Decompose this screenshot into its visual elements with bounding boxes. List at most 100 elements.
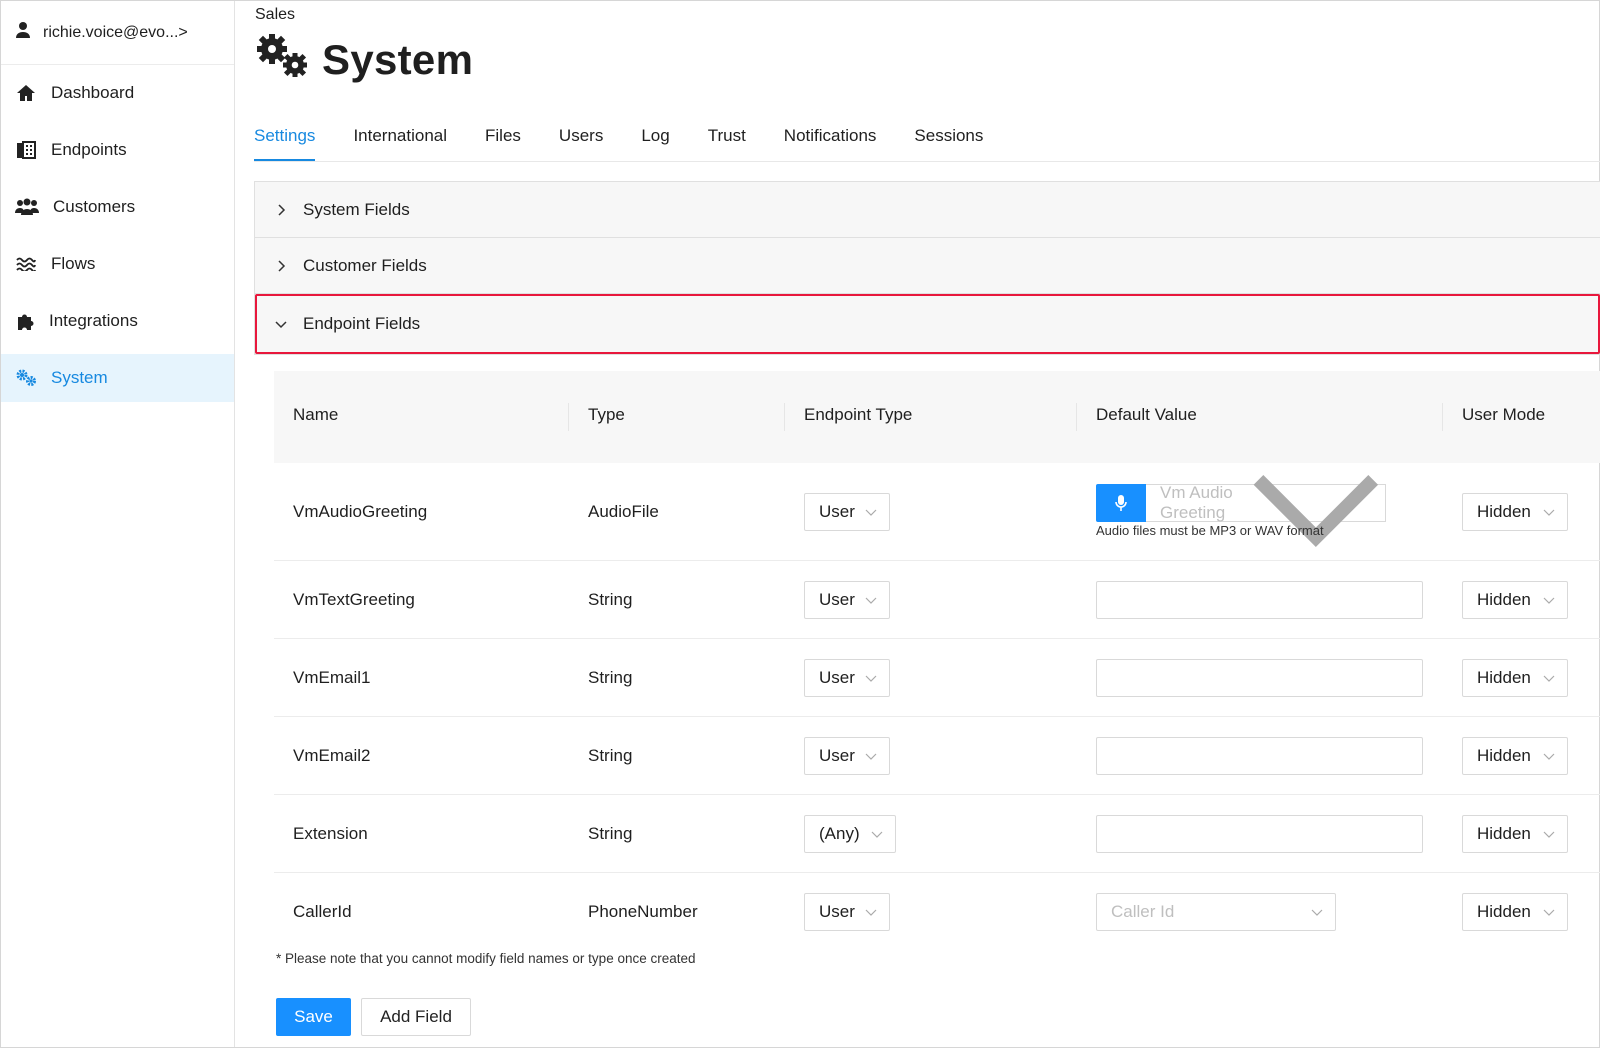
field-name: VmTextGreeting — [293, 590, 415, 609]
tab-bar: Settings International Files Users Log T… — [254, 120, 1600, 162]
caller-id-select[interactable]: Caller Id — [1096, 893, 1336, 931]
chevron-right-icon — [275, 259, 293, 272]
chevron-down-icon — [1543, 597, 1555, 604]
select-value: User — [819, 902, 855, 921]
user-mode-select[interactable]: Hidden — [1462, 815, 1568, 853]
endpoint-fields-panel[interactable]: Endpoint Fields — [255, 294, 1600, 354]
column-header-endpoint-type: Endpoint Type — [804, 405, 913, 424]
sidebar-item-label: Customers — [53, 197, 136, 216]
column-divider — [784, 403, 785, 431]
column-header-type: Type — [588, 405, 625, 424]
select-value: Hidden — [1477, 590, 1531, 609]
user-menu[interactable]: richie.voice@evo... > — [1, 1, 234, 65]
record-button[interactable] — [1096, 484, 1146, 522]
field-type: String — [588, 746, 633, 765]
sidebar-item-dashboard[interactable]: Dashboard — [1, 69, 234, 117]
column-header-name: Name — [293, 405, 339, 424]
select-value: User — [819, 668, 855, 687]
tab-log[interactable]: Log — [641, 120, 669, 161]
default-value-input[interactable] — [1096, 659, 1423, 697]
phone-book-icon — [15, 140, 37, 160]
field-type: String — [588, 668, 633, 687]
users-icon — [15, 197, 39, 217]
tab-files[interactable]: Files — [485, 120, 521, 161]
audio-greeting-picker: Vm Audio Greeting — [1096, 475, 1386, 548]
endpoint-type-select[interactable]: User — [804, 493, 890, 531]
sidebar-item-endpoints[interactable]: Endpoints — [1, 126, 234, 174]
chevron-down-icon — [1543, 909, 1555, 916]
sidebar-item-label: Endpoints — [51, 140, 127, 159]
user-mode-select[interactable]: Hidden — [1462, 893, 1568, 931]
endpoint-type-select[interactable]: (Any) — [804, 815, 896, 853]
table-header: Name Type Endpoint Type Default Value Us… — [274, 371, 1600, 463]
chevron-down-icon — [1543, 509, 1555, 516]
select-value: Hidden — [1477, 824, 1531, 843]
sidebar-item-label: System — [51, 368, 108, 387]
endpoint-type-select[interactable]: User — [804, 893, 890, 931]
table-row: VmAudioGreeting AudioFile User Vm Audio … — [274, 463, 1600, 561]
table-row: VmEmail1 String User Hidden — [274, 639, 1600, 717]
sidebar-item-flows[interactable]: Flows — [1, 240, 234, 288]
system-fields-panel[interactable]: System Fields — [255, 182, 1600, 238]
microphone-icon — [1115, 495, 1127, 511]
user-mode-select[interactable]: Hidden — [1462, 493, 1568, 531]
user-mode-select[interactable]: Hidden — [1462, 581, 1568, 619]
user-mode-select[interactable]: Hidden — [1462, 737, 1568, 775]
page-title: System — [322, 35, 474, 83]
breadcrumb[interactable]: Sales — [255, 6, 295, 24]
field-note: * Please note that you cannot modify fie… — [276, 951, 696, 966]
chevron-down-icon — [1253, 475, 1379, 548]
sidebar-item-label: Flows — [51, 254, 96, 273]
select-value: Hidden — [1477, 502, 1531, 521]
field-type: PhoneNumber — [588, 902, 698, 921]
endpoint-fields-table: Name Type Endpoint Type Default Value Us… — [274, 371, 1600, 931]
panel-title: Endpoint Fields — [303, 314, 421, 333]
select-value: User — [819, 746, 855, 765]
field-name: Extension — [293, 824, 368, 843]
field-name: VmAudioGreeting — [293, 502, 428, 521]
tab-sessions[interactable]: Sessions — [914, 120, 983, 161]
sidebar-item-integrations[interactable]: Integrations — [1, 297, 234, 345]
endpoint-type-select[interactable]: User — [804, 737, 890, 775]
customer-fields-panel[interactable]: Customer Fields — [255, 238, 1600, 294]
select-value: (Any) — [819, 824, 860, 843]
sidebar-item-label: Dashboard — [51, 83, 135, 102]
main-content: Sales System Settings International File… — [236, 0, 1600, 1048]
table-row: Extension String (Any) Hidden — [274, 795, 1600, 873]
user-email: richie.voice@evo... — [43, 23, 179, 41]
fields-accordion: System Fields Customer Fields Endpoint F… — [254, 181, 1600, 355]
tab-notifications[interactable]: Notifications — [784, 120, 877, 161]
user-mode-select[interactable]: Hidden — [1462, 659, 1568, 697]
table-row: VmTextGreeting String User Hidden — [274, 561, 1600, 639]
gears-icon — [15, 368, 37, 388]
chevron-right-icon — [275, 203, 293, 216]
tab-users[interactable]: Users — [559, 120, 603, 161]
tab-international[interactable]: International — [353, 120, 447, 161]
sidebar-item-label: Integrations — [49, 311, 138, 330]
endpoint-type-select[interactable]: User — [804, 581, 890, 619]
audio-format-hint: Audio files must be MP3 or WAV format — [1096, 523, 1324, 538]
sidebar: richie.voice@evo... > Dashboard Endpoint… — [1, 1, 235, 1047]
panel-title: System Fields — [303, 199, 410, 219]
default-value-input[interactable] — [1096, 815, 1423, 853]
sidebar-item-customers[interactable]: Customers — [1, 183, 234, 231]
default-value-input[interactable] — [1096, 581, 1423, 619]
sidebar-item-system[interactable]: System — [1, 354, 234, 402]
select-value: Hidden — [1477, 746, 1531, 765]
field-name: CallerId — [293, 902, 352, 921]
save-button[interactable]: Save — [276, 998, 351, 1036]
tab-settings[interactable]: Settings — [254, 120, 316, 161]
endpoint-type-select[interactable]: User — [804, 659, 890, 697]
add-field-button[interactable]: Add Field — [361, 998, 471, 1036]
chevron-down-icon — [865, 753, 877, 760]
audio-file-select[interactable]: Vm Audio Greeting — [1146, 475, 1386, 548]
select-value: Hidden — [1477, 668, 1531, 687]
waves-icon — [15, 254, 37, 274]
column-divider — [568, 403, 569, 431]
column-divider — [1076, 403, 1077, 431]
default-value-input[interactable] — [1096, 737, 1423, 775]
column-divider — [1442, 403, 1443, 431]
tab-trust[interactable]: Trust — [708, 120, 746, 161]
select-value: Hidden — [1477, 902, 1531, 921]
field-type: String — [588, 824, 633, 843]
